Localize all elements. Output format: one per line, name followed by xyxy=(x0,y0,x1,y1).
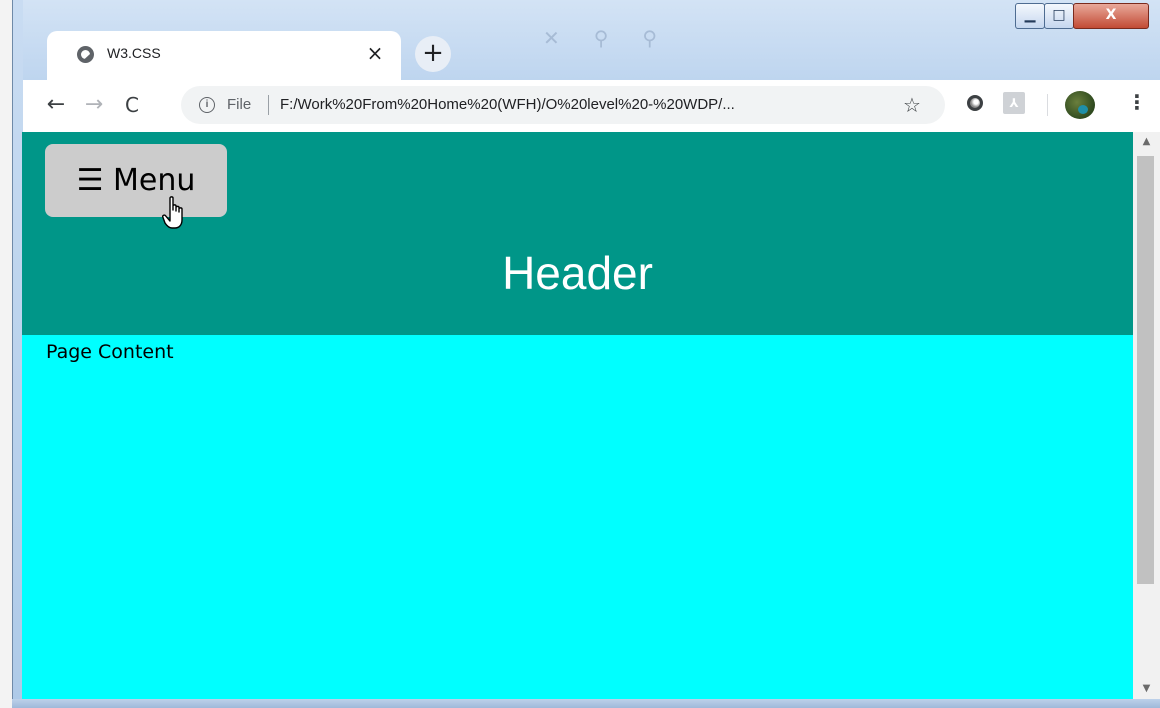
toolbar-divider xyxy=(1047,94,1048,116)
browser-menu-icon[interactable]: ⋮ xyxy=(1127,90,1147,114)
forward-icon[interactable]: → xyxy=(81,93,107,119)
hand-cursor-icon xyxy=(162,196,183,229)
window-close-button[interactable]: X xyxy=(1073,3,1149,29)
background-toolbar-icons: ✕⚲⚲ xyxy=(543,26,692,50)
browser-toolbar: ← → C i File F:/Work%20From%20Home%20(WF… xyxy=(23,80,1160,132)
close-tab-icon[interactable]: × xyxy=(363,41,387,65)
pdf-icon[interactable]: ⅄ xyxy=(1003,92,1025,114)
page-viewport: ☰ Menu Header Page Content xyxy=(22,132,1133,699)
circle-extension-icon[interactable] xyxy=(967,95,983,111)
omnibox-scheme-label: File xyxy=(227,96,252,113)
page-content-text: Page Content xyxy=(46,341,174,363)
url-text[interactable]: F:/Work%20From%20Home%20(WFH)/O%20level%… xyxy=(280,96,735,113)
tab-strip: ✕⚲⚲ W3.CSS × + xyxy=(23,0,1160,80)
window-maximize-button[interactable]: □ xyxy=(1044,3,1074,29)
page-header: ☰ Menu Header xyxy=(22,132,1133,335)
bookmark-star-icon[interactable]: ☆ xyxy=(903,93,921,117)
info-icon[interactable]: i xyxy=(199,97,215,113)
back-icon[interactable]: ← xyxy=(43,93,69,119)
omnibox-divider xyxy=(268,95,269,115)
scroll-up-arrow-icon[interactable]: ▲ xyxy=(1133,132,1160,152)
avatar[interactable] xyxy=(1065,91,1095,119)
window-bottom-border xyxy=(12,699,1160,708)
menu-button[interactable]: ☰ Menu xyxy=(45,144,227,217)
scroll-down-arrow-icon[interactable]: ▼ xyxy=(1133,679,1160,699)
tab-active[interactable]: W3.CSS × xyxy=(47,31,401,80)
reload-icon[interactable]: C xyxy=(119,93,145,119)
window-minimize-button[interactable]: ▁ xyxy=(1015,3,1045,29)
new-tab-button[interactable]: + xyxy=(415,36,451,72)
globe-icon xyxy=(77,46,94,63)
scrollbar-thumb[interactable] xyxy=(1137,156,1154,584)
vertical-scrollbar[interactable]: ▲ ▼ xyxy=(1133,132,1160,699)
tab-title: W3.CSS xyxy=(107,45,161,61)
address-bar[interactable]: i File F:/Work%20From%20Home%20(WFH)/O%2… xyxy=(181,86,945,124)
header-title: Header xyxy=(502,247,653,299)
